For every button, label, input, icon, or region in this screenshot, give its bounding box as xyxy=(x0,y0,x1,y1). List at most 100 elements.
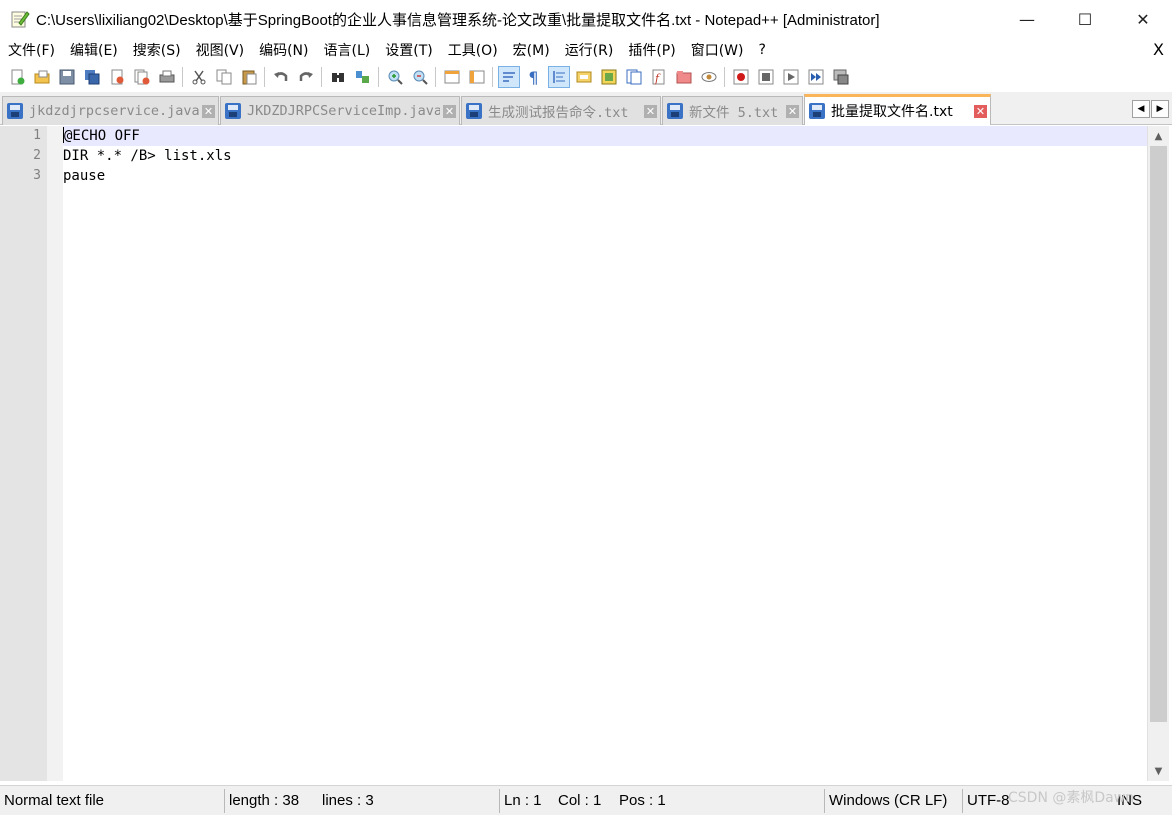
tab-label: 批量提取文件名.txt xyxy=(831,104,953,120)
cut-icon[interactable] xyxy=(188,66,210,88)
menu-help[interactable]: ? xyxy=(751,42,773,58)
saved-file-icon xyxy=(225,103,241,119)
indent-guide-icon[interactable] xyxy=(547,66,570,88)
saved-file-icon xyxy=(667,103,683,119)
menu-language[interactable]: 语言(L) xyxy=(316,40,378,60)
status-line: Ln : 1 xyxy=(504,792,542,809)
saved-file-icon xyxy=(809,103,825,119)
notepad-plus-plus-icon xyxy=(10,9,30,29)
scroll-up-button[interactable]: ▲ xyxy=(1148,126,1169,146)
tab-batch-extract-filenames[interactable]: 批量提取文件名.txt ✕ xyxy=(804,94,991,125)
tab-test-report-command[interactable]: 生成测试报告命令.txt ✕ xyxy=(461,96,661,125)
toolbar-separator xyxy=(182,67,183,87)
menu-edit[interactable]: 编辑(E) xyxy=(62,40,125,60)
sync-horizontal-icon[interactable] xyxy=(466,66,488,88)
line-number: 3 xyxy=(33,168,41,183)
fold-margin[interactable] xyxy=(47,126,63,781)
scroll-down-button[interactable]: ▼ xyxy=(1148,761,1169,781)
code-line-text: DIR *.* /B> list.xls xyxy=(63,148,232,164)
menu-macro[interactable]: 宏(M) xyxy=(505,40,557,60)
vertical-scrollbar[interactable]: ▲ ▼ xyxy=(1147,126,1169,781)
maximize-button[interactable]: ☐ xyxy=(1056,0,1114,38)
monitoring-icon[interactable] xyxy=(698,66,720,88)
tab-label: 新文件 5.txt xyxy=(689,105,779,121)
tab-close-icon[interactable]: ✕ xyxy=(974,104,987,118)
close-all-icon[interactable] xyxy=(131,66,153,88)
close-window-button[interactable]: ✕ xyxy=(1114,0,1172,38)
title-bar: C:\Users\lixiliang02\Desktop\基于SpringBoo… xyxy=(0,0,1172,38)
tab-scroll-right-button[interactable]: ▶ xyxy=(1151,100,1169,118)
editor-area[interactable]: 1 2 3 @ECHO OFF DIR *.* /B> list.xls pau… xyxy=(0,126,1172,781)
doc-map-icon[interactable] xyxy=(598,66,620,88)
menu-settings[interactable]: 设置(T) xyxy=(377,40,439,60)
play-macro-icon[interactable] xyxy=(780,66,802,88)
record-macro-icon[interactable] xyxy=(730,66,752,88)
status-eol-format[interactable]: Windows (CR LF) xyxy=(825,786,947,815)
code-line-text: pause xyxy=(63,168,106,184)
paste-icon[interactable] xyxy=(238,66,260,88)
tab-close-icon[interactable]: ✕ xyxy=(443,104,456,118)
menu-plugins[interactable]: 插件(P) xyxy=(620,40,682,60)
find-icon[interactable] xyxy=(327,66,349,88)
code-line[interactable]: pause xyxy=(63,166,1147,186)
open-file-icon[interactable] xyxy=(31,66,53,88)
menu-search[interactable]: 搜索(S) xyxy=(125,40,188,60)
status-length: length : 38 xyxy=(229,792,300,809)
status-bar: Normal text file length : 38 lines : 3 L… xyxy=(0,785,1172,815)
tab-label: jkdzdjrpcservice.java xyxy=(29,103,199,119)
zoom-out-icon[interactable] xyxy=(409,66,431,88)
line-number: 2 xyxy=(33,148,41,163)
print-icon[interactable] xyxy=(156,66,178,88)
user-defined-lang-icon[interactable] xyxy=(573,66,595,88)
show-all-chars-icon[interactable]: ¶ xyxy=(523,66,545,88)
scrollbar-thumb[interactable] xyxy=(1150,146,1167,722)
tab-bar: jkdzdjrpcservice.java ✕ JKDZDJRPCService… xyxy=(0,92,1172,125)
tab-close-icon[interactable]: ✕ xyxy=(644,104,657,118)
zoom-in-icon[interactable] xyxy=(384,66,406,88)
menu-window[interactable]: 窗口(W) xyxy=(683,40,751,60)
close-icon[interactable] xyxy=(106,66,128,88)
new-file-icon[interactable] xyxy=(6,66,28,88)
copy-icon[interactable] xyxy=(213,66,235,88)
sync-vertical-icon[interactable] xyxy=(441,66,463,88)
tab-close-icon[interactable]: ✕ xyxy=(202,104,215,118)
tab-close-icon[interactable]: ✕ xyxy=(786,104,799,118)
status-file-type: Normal text file xyxy=(4,792,105,809)
tab-jkdzdjrpcservice[interactable]: jkdzdjrpcservice.java ✕ xyxy=(2,96,219,125)
minimize-button[interactable]: — xyxy=(998,0,1056,38)
folder-as-workspace-icon[interactable]: f xyxy=(648,66,670,88)
window-title: C:\Users\lixiliang02\Desktop\基于SpringBoo… xyxy=(36,11,880,29)
save-macro-icon[interactable] xyxy=(830,66,852,88)
redo-icon[interactable] xyxy=(295,66,317,88)
run-macro-multiple-icon[interactable] xyxy=(805,66,827,88)
code-line-text: @ECHO OFF xyxy=(64,128,140,144)
undo-icon[interactable] xyxy=(270,66,292,88)
function-list-icon[interactable] xyxy=(623,66,645,88)
tab-scroll-left-button[interactable]: ◀ xyxy=(1132,100,1150,118)
stop-record-icon[interactable] xyxy=(755,66,777,88)
code-text-area[interactable]: @ECHO OFF DIR *.* /B> list.xls pause xyxy=(63,126,1147,186)
saved-file-icon xyxy=(466,103,482,119)
status-position: Pos : 1 xyxy=(619,792,666,809)
menu-file[interactable]: 文件(F) xyxy=(0,40,62,60)
code-line[interactable]: DIR *.* /B> list.xls xyxy=(63,146,1147,166)
tab-jkdzdjrpcserviceimp[interactable]: JKDZDJRPCServiceImp.java ✕ xyxy=(220,96,460,125)
toolbar-separator xyxy=(378,67,379,87)
save-icon[interactable] xyxy=(56,66,78,88)
menu-tools[interactable]: 工具(O) xyxy=(440,40,505,60)
tab-new-file-5[interactable]: 新文件 5.txt ✕ xyxy=(662,96,803,125)
toolbar-separator xyxy=(321,67,322,87)
line-number: 1 xyxy=(33,128,41,143)
close-document-button[interactable]: X xyxy=(1153,40,1164,59)
menu-encoding[interactable]: 编码(N) xyxy=(251,40,315,60)
status-encoding[interactable]: UTF-8 xyxy=(963,786,1010,815)
line-number-margin[interactable]: 1 2 3 xyxy=(4,126,47,781)
folder-icon[interactable] xyxy=(673,66,695,88)
replace-icon[interactable] xyxy=(352,66,374,88)
saved-file-icon xyxy=(7,103,23,119)
menu-run[interactable]: 运行(R) xyxy=(557,40,621,60)
word-wrap-icon[interactable] xyxy=(497,66,520,88)
code-line-current[interactable]: @ECHO OFF xyxy=(63,126,1147,146)
menu-view[interactable]: 视图(V) xyxy=(188,40,252,60)
save-all-icon[interactable] xyxy=(81,66,103,88)
